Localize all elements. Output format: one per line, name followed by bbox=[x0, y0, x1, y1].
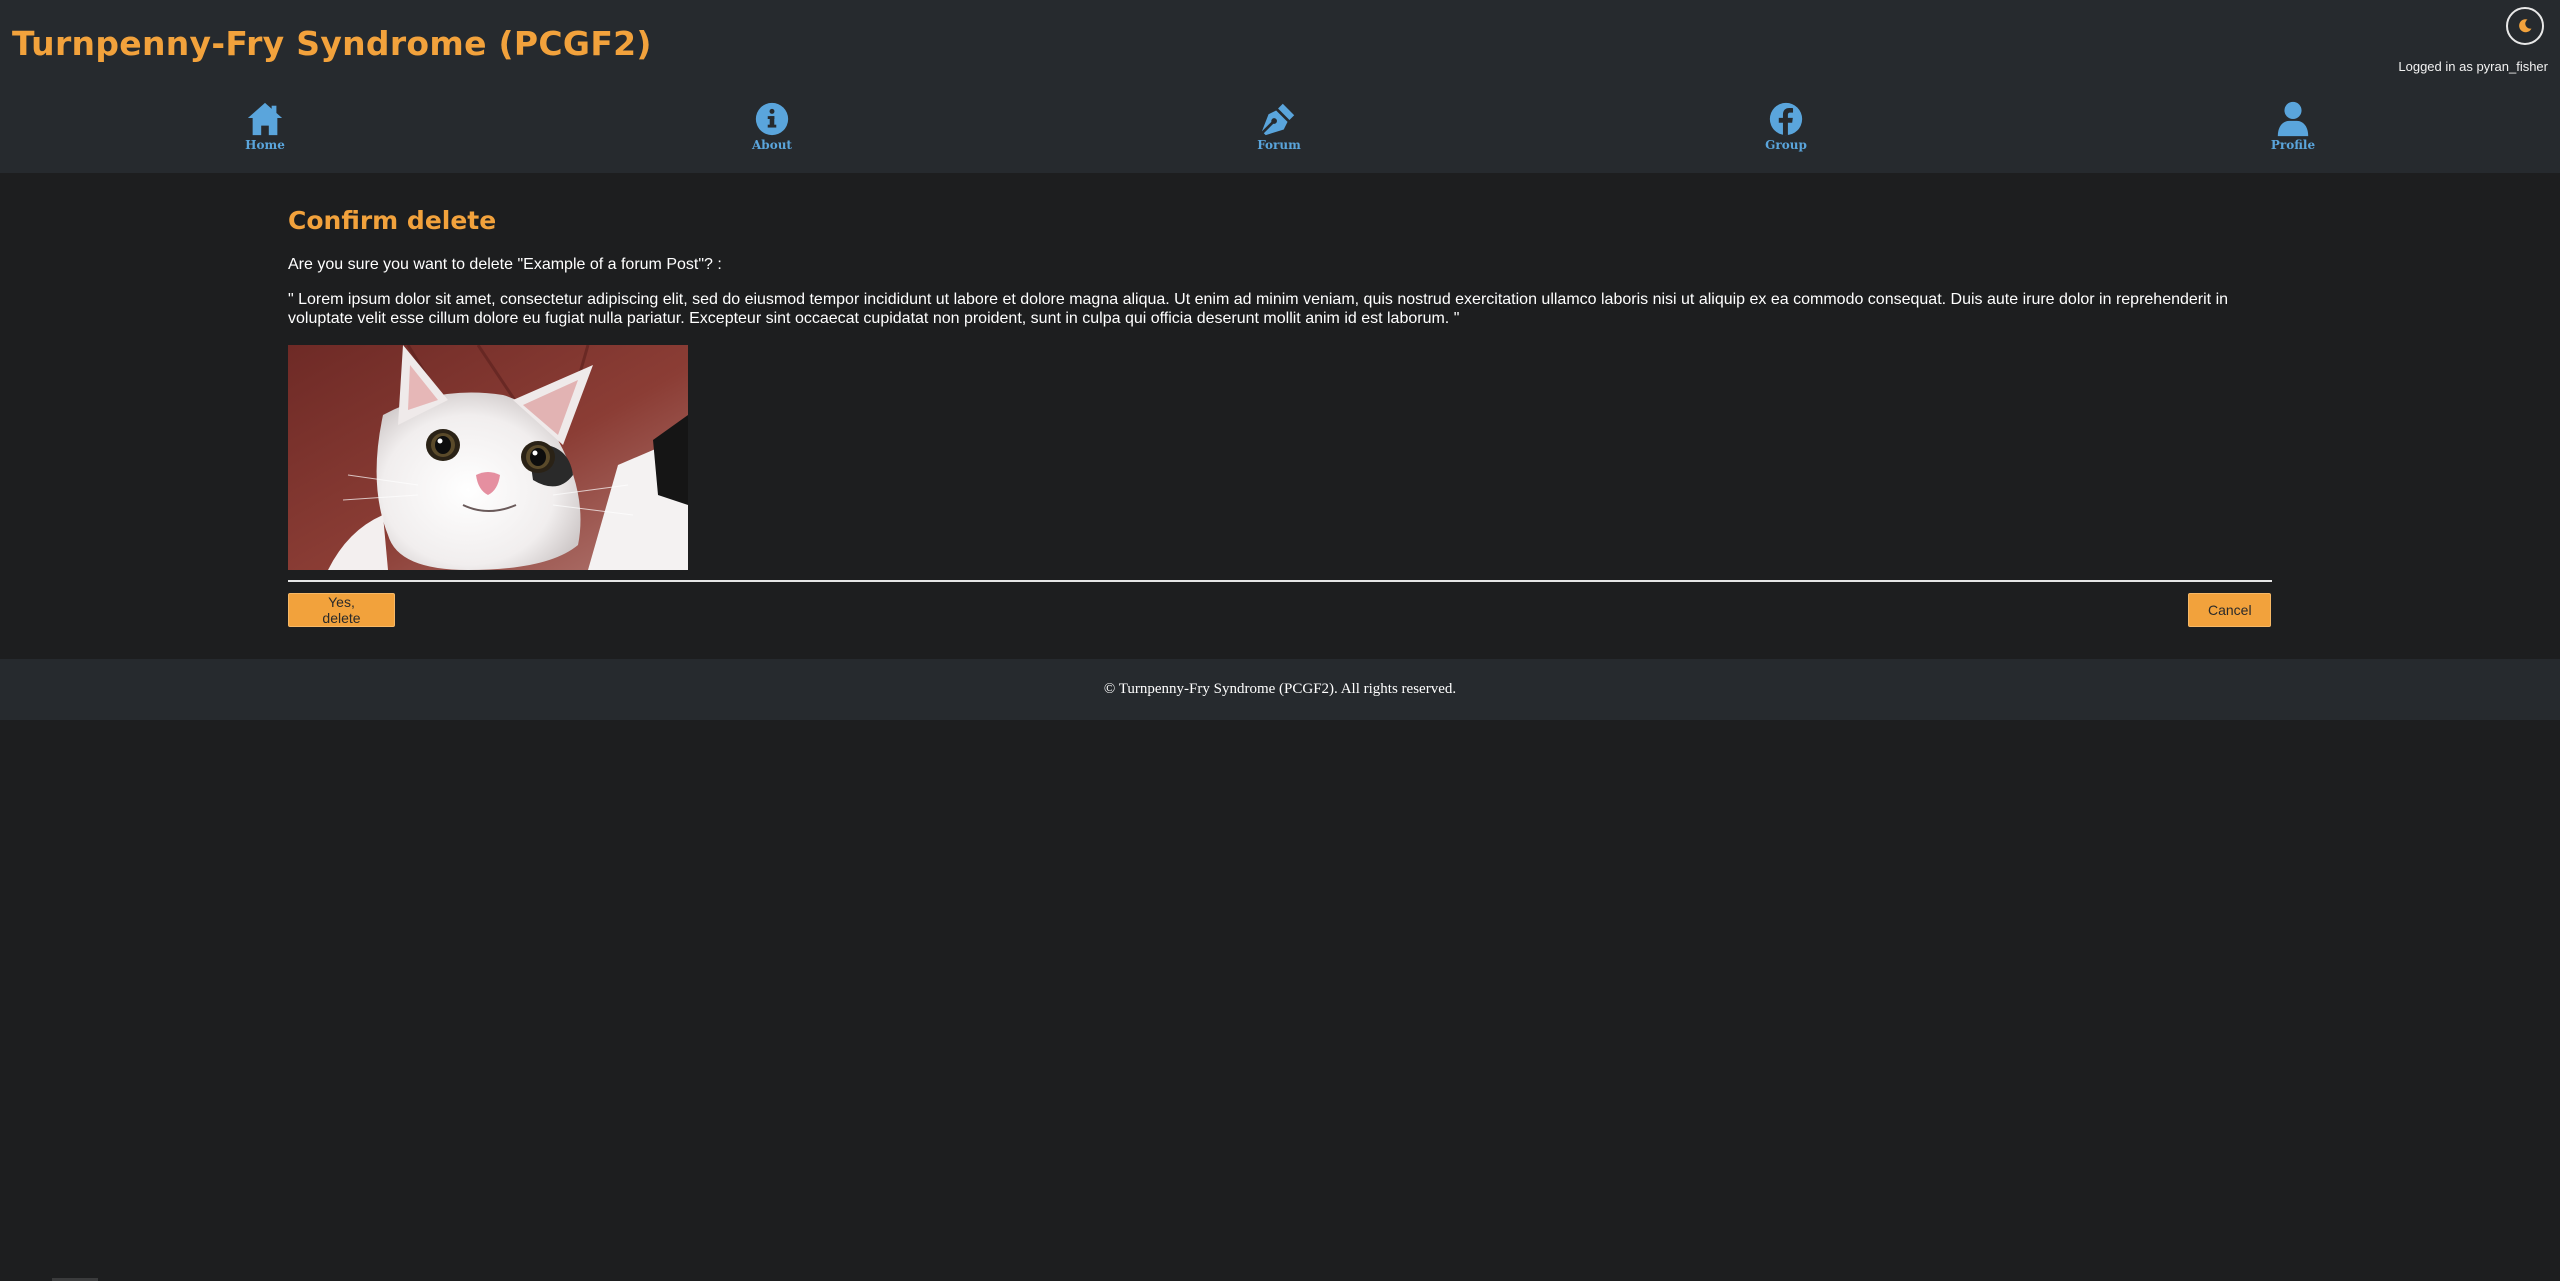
cancel-button[interactable]: Cancel bbox=[2188, 593, 2271, 627]
theme-toggle-button[interactable] bbox=[2506, 7, 2544, 45]
post-body: " Lorem ipsum dolor sit amet, consectetu… bbox=[288, 291, 2229, 327]
nav-item-home[interactable]: Home bbox=[205, 100, 325, 152]
footer-copyright: © Turnpenny-Fry Syndrome (PCGF2). All ri… bbox=[1103, 681, 1457, 697]
facebook-icon bbox=[1769, 102, 1803, 136]
page-title: Confirm delete bbox=[288, 206, 497, 235]
nav-label-forum: Forum bbox=[1257, 138, 1301, 152]
site-header: Turnpenny-Fry Syndrome (PCGF2) Logged in… bbox=[0, 0, 2560, 173]
site-footer: © Turnpenny-Fry Syndrome (PCGF2). All ri… bbox=[0, 659, 2560, 720]
pen-nib-icon bbox=[1261, 103, 1295, 136]
post-image-cat bbox=[288, 345, 688, 570]
nav-label-profile: Profile bbox=[2270, 138, 2316, 152]
moon-icon bbox=[2519, 19, 2532, 33]
nav-item-profile[interactable]: Profile bbox=[2233, 100, 2353, 152]
nav-item-group[interactable]: Group bbox=[1726, 100, 1846, 152]
confirm-question: Are you sure you want to delete "Example… bbox=[288, 256, 722, 273]
site-title[interactable]: Turnpenny-Fry Syndrome (PCGF2) bbox=[12, 24, 652, 63]
user-icon bbox=[2277, 101, 2309, 137]
login-status: Logged in as pyran_fisher bbox=[2398, 59, 2548, 74]
home-icon bbox=[247, 102, 283, 136]
info-icon bbox=[755, 102, 789, 136]
nav-label-about: About bbox=[752, 138, 792, 152]
nav-label-home: Home bbox=[245, 138, 285, 152]
confirm-delete-button[interactable]: Yes, delete bbox=[288, 593, 395, 627]
divider bbox=[288, 580, 2272, 582]
nav-item-about[interactable]: About bbox=[712, 100, 832, 152]
nav-item-forum[interactable]: Forum bbox=[1219, 100, 1339, 152]
nav-label-group: Group bbox=[1765, 138, 1807, 152]
